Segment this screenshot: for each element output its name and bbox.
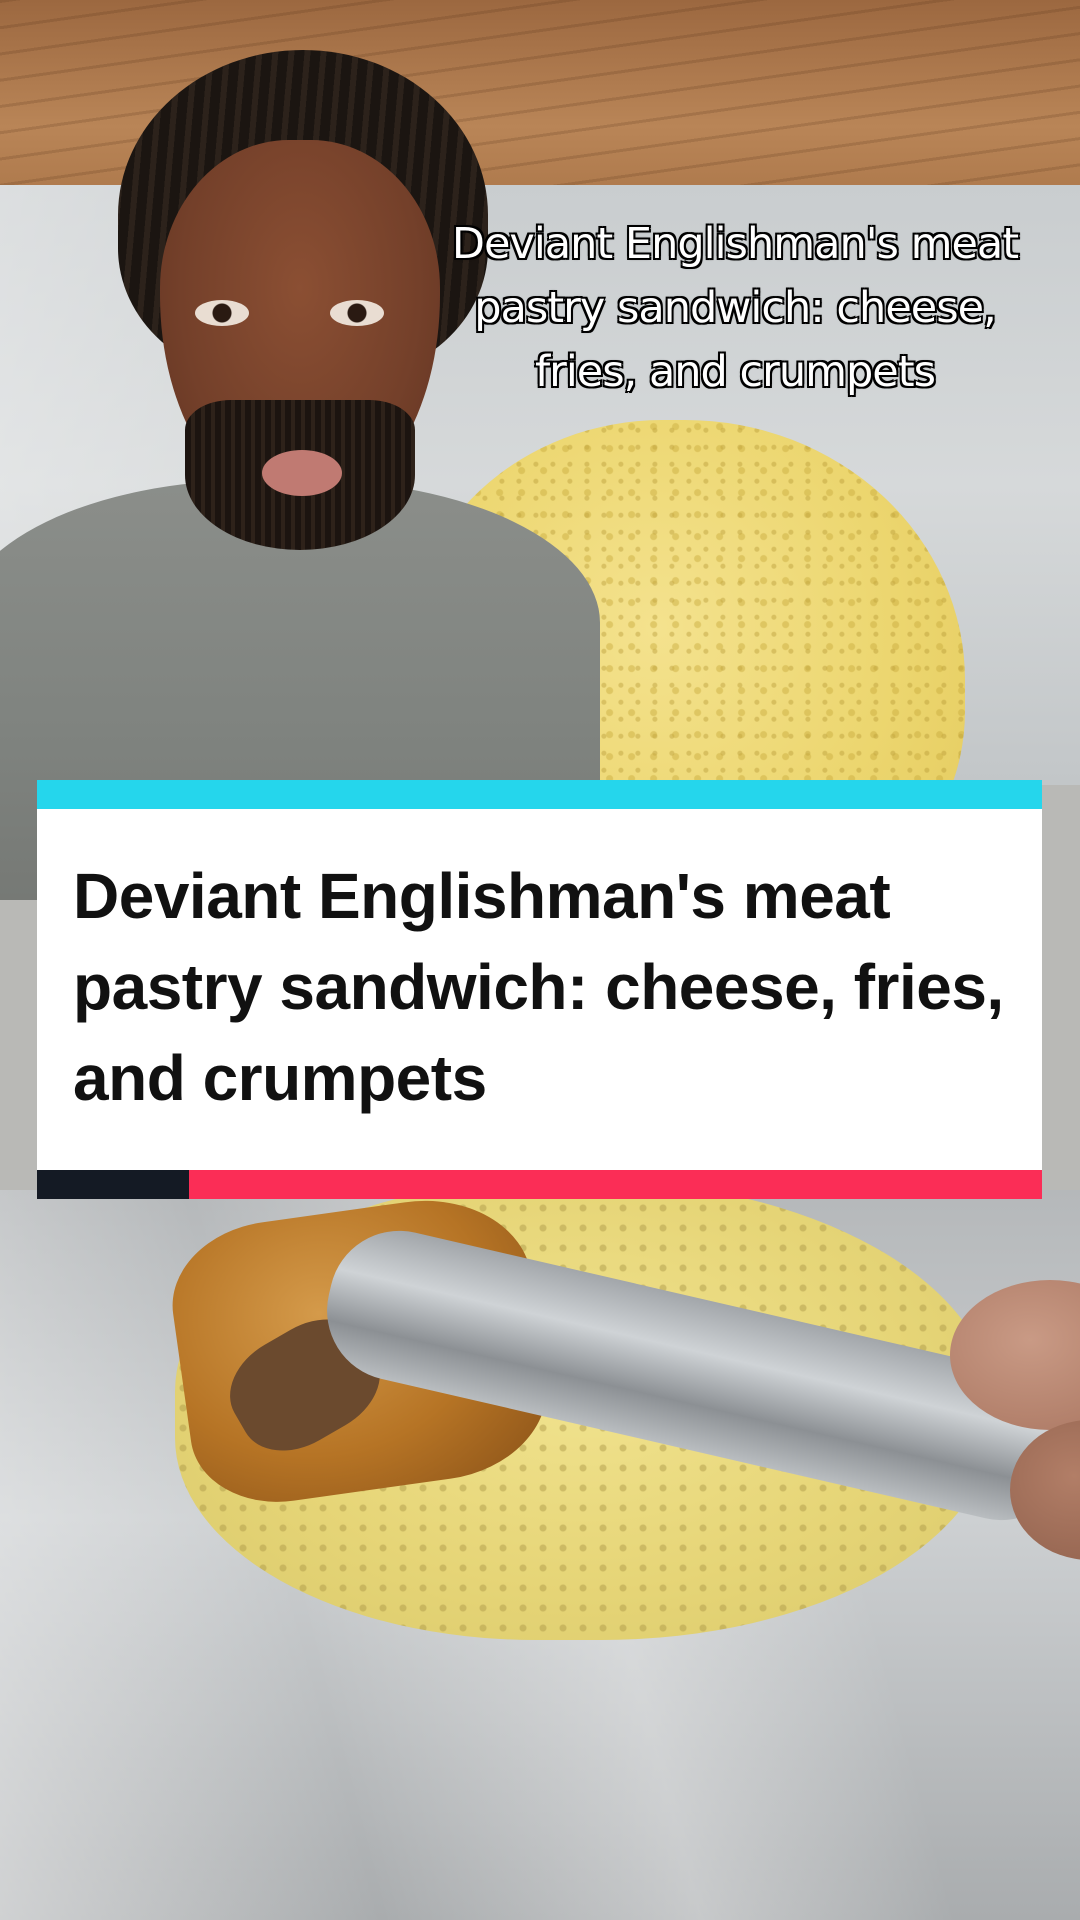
title-card-top-bar bbox=[37, 780, 1042, 809]
presenter-mouth bbox=[262, 450, 342, 496]
right-eye bbox=[330, 300, 384, 326]
left-eye bbox=[195, 300, 249, 326]
title-card-bottom-bar bbox=[37, 1170, 1042, 1199]
presenter bbox=[0, 40, 600, 900]
title-card: Deviant Englishman's meat pastry sandwic… bbox=[37, 780, 1042, 1199]
bottom-bar-accent-segment bbox=[189, 1170, 1042, 1199]
bottom-bar-dark-segment bbox=[37, 1170, 189, 1199]
overlay-caption: Deviant Englishman's meat pastry sandwic… bbox=[451, 218, 1020, 398]
title-card-headline: Deviant Englishman's meat pastry sandwic… bbox=[73, 860, 1004, 1114]
title-card-body: Deviant Englishman's meat pastry sandwic… bbox=[37, 809, 1042, 1170]
